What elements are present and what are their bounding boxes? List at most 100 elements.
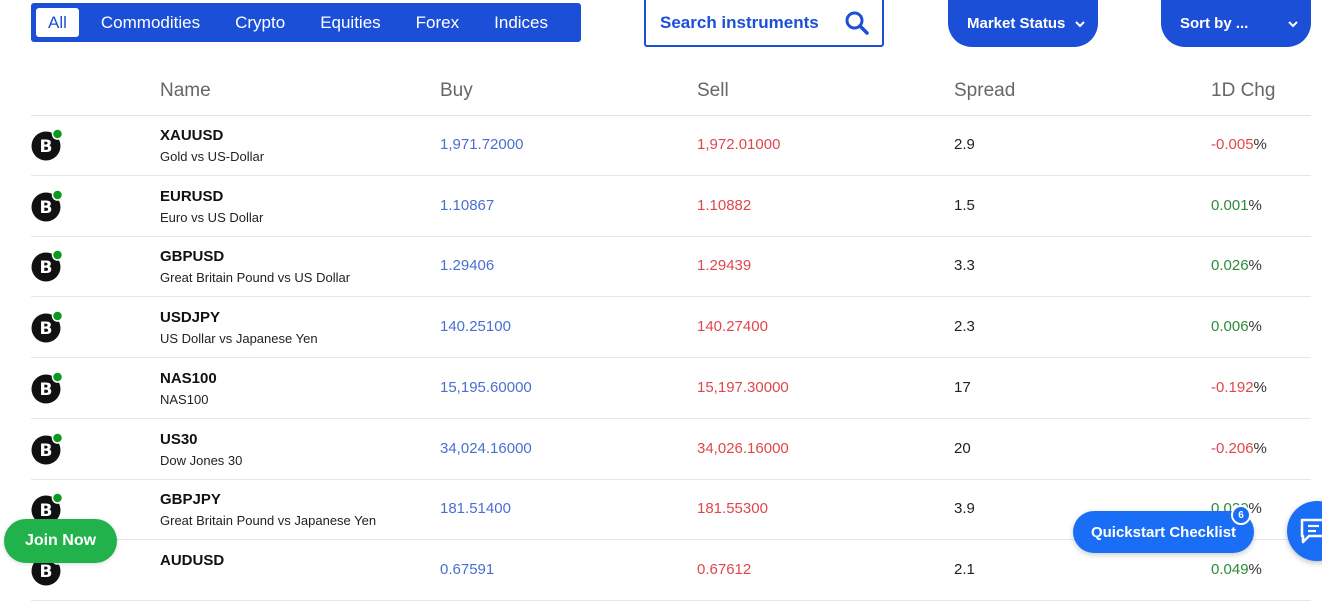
svg-text:B: B xyxy=(40,319,53,339)
header-change[interactable]: 1D Chg xyxy=(1211,80,1275,102)
daily-change-value: 0.001 xyxy=(1211,196,1249,214)
instrument-symbol[interactable]: NAS100 xyxy=(160,370,217,387)
table-row[interactable]: B USDJPY US Dollar vs Japanese Yen 140.2510… xyxy=(31,298,1311,359)
search-input[interactable] xyxy=(658,11,842,34)
instrument-symbol[interactable]: GBPJPY xyxy=(160,491,221,508)
sell-price[interactable]: 34,026.16000 xyxy=(697,440,789,457)
instrument-symbol[interactable]: USDJPY xyxy=(160,309,220,326)
daily-change: 0.001% xyxy=(1211,197,1262,214)
instrument-description: Great Britain Pound vs US Dollar xyxy=(160,270,351,286)
table-row[interactable]: B GBPUSD Great Britain Pound vs US Dollar 1… xyxy=(31,237,1311,298)
instrument-symbol[interactable]: XAUUSD xyxy=(160,127,223,144)
notification-badge: 6 xyxy=(1231,505,1251,525)
category-tabs: All Commodities Crypto Equities Forex In… xyxy=(31,3,581,42)
broker-logo-icon: B xyxy=(31,189,63,222)
header-sell[interactable]: Sell xyxy=(697,80,729,102)
spread-value: 1.5 xyxy=(954,196,975,214)
search-box xyxy=(644,0,884,47)
tab-indices[interactable]: Indices xyxy=(478,8,564,37)
online-status-dot xyxy=(51,129,63,140)
daily-change: 0.026% xyxy=(1211,257,1262,274)
header-name[interactable]: Name xyxy=(160,80,211,102)
percent-sign: % xyxy=(1248,196,1262,214)
percent-sign: % xyxy=(1253,439,1267,457)
spread-value: 17 xyxy=(954,378,971,396)
sort-dropdown[interactable]: Sort by ... xyxy=(1161,0,1311,47)
table-row[interactable]: B NAS100 NAS100 15,195.60000 15,197.30000 17 -… xyxy=(31,359,1311,419)
buy-price[interactable]: 1.10867 xyxy=(440,197,494,214)
buy-price[interactable]: 1.29406 xyxy=(440,257,494,274)
tab-commodities[interactable]: Commodities xyxy=(85,8,216,37)
buy-price[interactable]: 34,024.16000 xyxy=(440,440,532,457)
instrument-description: Dow Jones 30 xyxy=(160,452,243,468)
online-status-dot xyxy=(51,432,63,444)
buy-price[interactable]: 15,195.60000 xyxy=(440,379,532,396)
sell-price[interactable]: 140.27400 xyxy=(697,318,768,335)
join-now-button[interactable]: Join Now xyxy=(4,519,117,563)
daily-change: -0.192% xyxy=(1211,379,1267,396)
sort-label: Sort by ... xyxy=(1180,15,1249,32)
percent-sign: % xyxy=(1253,378,1267,396)
tab-equities[interactable]: Equities xyxy=(304,8,396,37)
sell-price[interactable]: 15,197.30000 xyxy=(697,379,789,396)
buy-price[interactable]: 1,971.72000 xyxy=(440,136,523,153)
instrument-symbol[interactable]: AUDUSD xyxy=(160,552,224,569)
svg-text:B: B xyxy=(40,562,53,582)
broker-logo-icon: B xyxy=(31,129,63,161)
broker-logo-icon: B xyxy=(31,250,63,282)
sell-price[interactable]: 1,972.01000 xyxy=(697,136,780,153)
tab-crypto[interactable]: Crypto xyxy=(219,8,301,37)
chat-icon xyxy=(1300,518,1322,544)
market-status-dropdown[interactable]: Market Status xyxy=(948,0,1098,47)
svg-text:B: B xyxy=(40,198,53,218)
sell-price[interactable]: 0.67612 xyxy=(697,561,751,578)
broker-logo-icon: B xyxy=(31,311,63,343)
online-status-dot xyxy=(51,371,63,383)
instrument-description: Euro vs US Dollar xyxy=(160,209,264,225)
table-row[interactable]: B EURUSD Euro vs US Dollar 1.10867 1.10882 1.… xyxy=(31,177,1311,237)
sell-price[interactable]: 1.10882 xyxy=(697,197,751,214)
spread-value: 3.3 xyxy=(954,257,975,275)
tab-all[interactable]: All xyxy=(36,8,79,37)
broker-logo-icon: B xyxy=(31,432,63,464)
spread-value: 2.9 xyxy=(954,136,975,153)
market-status-label: Market Status xyxy=(967,15,1066,32)
tab-forex[interactable]: Forex xyxy=(400,8,475,37)
percent-sign: % xyxy=(1248,257,1262,275)
spread-value: 2.1 xyxy=(954,560,975,578)
daily-change-value: 0.026 xyxy=(1211,257,1249,275)
online-status-dot xyxy=(51,493,63,504)
buy-price[interactable]: 0.67591 xyxy=(440,561,494,578)
spread-value: 20 xyxy=(954,439,971,457)
percent-sign: % xyxy=(1248,318,1262,336)
spread-value: 2.3 xyxy=(954,318,975,336)
instrument-description: NAS100 xyxy=(160,391,209,407)
svg-text:B: B xyxy=(40,380,53,400)
table-row[interactable]: B XAUUSD Gold vs US-Dollar 1,971.72000 1,972… xyxy=(31,116,1311,176)
daily-change-value: -0.005 xyxy=(1211,136,1254,153)
daily-change-value: -0.192 xyxy=(1211,378,1254,396)
table-row[interactable]: B US30 Dow Jones 30 34,024.16000 34,026.1600… xyxy=(31,420,1311,480)
daily-change: 0.049% xyxy=(1211,561,1262,578)
instrument-symbol[interactable]: US30 xyxy=(160,431,198,448)
header-spread[interactable]: Spread xyxy=(954,80,1015,102)
online-status-dot xyxy=(51,250,63,262)
daily-change: -0.005% xyxy=(1211,136,1267,153)
chevron-down-icon xyxy=(1288,20,1298,27)
svg-text:B: B xyxy=(40,137,53,157)
daily-change-value: 0.049 xyxy=(1211,560,1249,578)
quickstart-label: Quickstart Checklist xyxy=(1090,523,1237,541)
online-status-dot xyxy=(51,189,63,201)
daily-change-value: 0.006 xyxy=(1211,318,1249,336)
percent-sign: % xyxy=(1248,560,1262,578)
buy-price[interactable]: 181.51400 xyxy=(440,500,511,517)
daily-change-value: -0.206 xyxy=(1211,439,1254,457)
header-buy[interactable]: Buy xyxy=(440,80,473,102)
search-icon[interactable] xyxy=(844,10,870,36)
sell-price[interactable]: 1.29439 xyxy=(697,257,751,274)
instrument-symbol[interactable]: EURUSD xyxy=(160,188,223,205)
buy-price[interactable]: 140.25100 xyxy=(440,318,511,335)
instrument-symbol[interactable]: GBPUSD xyxy=(160,248,224,265)
quickstart-checklist-button[interactable]: Quickstart Checklist 6 xyxy=(1073,505,1254,553)
sell-price[interactable]: 181.55300 xyxy=(697,500,768,517)
